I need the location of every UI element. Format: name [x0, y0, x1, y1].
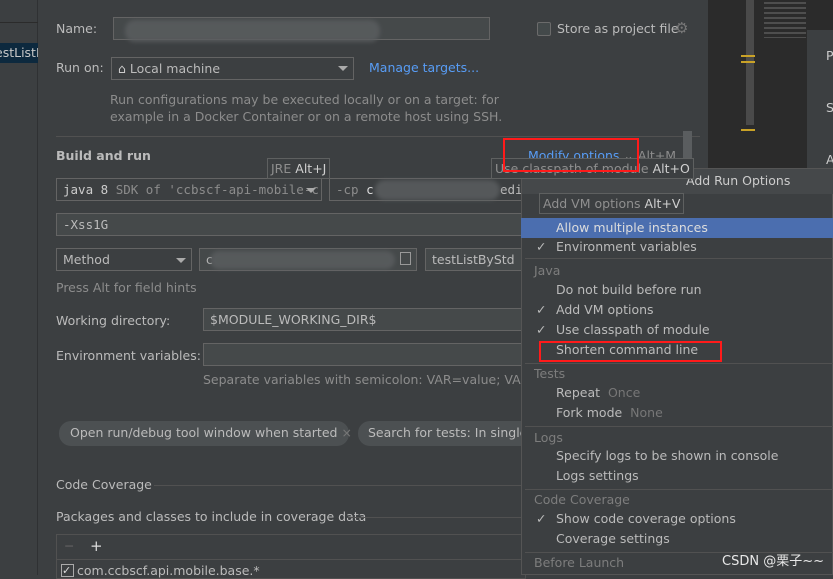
name-label: Name:: [56, 21, 98, 36]
highlight-box-modify-options: [503, 138, 639, 172]
chip-search-tests[interactable]: Search for tests: In single m: [358, 421, 526, 446]
menu-item-do-not-build[interactable]: Do not build before run: [521, 280, 833, 300]
menu-item-use-classpath[interactable]: ✓ Use classpath of module: [521, 320, 833, 340]
menu-item-coverage-settings[interactable]: Coverage settings: [521, 529, 833, 549]
divider: [56, 559, 526, 560]
marker: [741, 129, 755, 131]
store-checkbox[interactable]: [537, 22, 551, 36]
packages-label: Packages and classes to include in cover…: [56, 509, 367, 524]
tool-tab-s[interactable]: S: [826, 100, 833, 115]
field-hint: Press Alt for field hints: [56, 280, 197, 295]
separator: [525, 363, 833, 364]
build-and-run-heading: Build and run: [56, 148, 151, 163]
env-label: Environment variables:: [56, 348, 201, 363]
jre-tooltip: JRE Alt+J: [267, 158, 331, 179]
close-icon[interactable]: ×: [341, 425, 351, 440]
gear-icon[interactable]: ⚙: [675, 19, 688, 37]
marker: [741, 55, 755, 57]
tool-tab-a[interactable]: A: [826, 152, 833, 167]
chevron-down-icon: [338, 66, 348, 71]
env-hint: Separate variables with semicolon: VAR=v…: [203, 372, 521, 387]
marker: [741, 61, 755, 63]
store-label: Store as project file: [557, 21, 679, 36]
vm-options-input[interactable]: -Xss1G: [56, 213, 526, 236]
separator: [525, 426, 833, 427]
watermark: CSDN @栗子~~: [722, 554, 824, 569]
highlight-box-shorten-command-line: [539, 341, 722, 362]
package-checkbox[interactable]: ✓: [61, 564, 74, 577]
chevron-down-icon: [176, 258, 186, 263]
env-input[interactable]: [203, 343, 526, 366]
menu-item-env-vars[interactable]: ✓ Environment variables: [521, 237, 833, 257]
menu-item-specify-logs[interactable]: Specify logs to be shown in console: [521, 446, 833, 466]
check-icon: ✓: [536, 322, 547, 337]
working-dir-input[interactable]: $MODULE_WORKING_DIR$: [203, 308, 526, 331]
menu-item-repeat[interactable]: Repeat Once: [521, 383, 833, 403]
group-before-launch: Before Launch: [534, 555, 625, 570]
config-tree-item[interactable]: estListI: [0, 43, 38, 63]
remove-icon[interactable]: −: [64, 538, 74, 553]
menu-item-show-coverage[interactable]: ✓ Show code coverage options: [521, 509, 833, 529]
left-panel-divider: [0, 22, 38, 23]
left-panel: [0, 0, 38, 575]
group-java: Java: [534, 263, 561, 278]
check-icon: ✓: [536, 302, 547, 317]
test-kind-dropdown[interactable]: Method: [56, 248, 192, 271]
vm-options-tooltip: Add VM options Alt+V: [539, 193, 685, 214]
browse-icon[interactable]: [400, 252, 411, 265]
group-tests: Tests: [534, 366, 566, 381]
code-coverage-heading: Code Coverage: [56, 477, 152, 492]
menu-item-allow-multiple[interactable]: Allow multiple instances: [521, 218, 833, 238]
working-dir-label: Working directory:: [56, 313, 171, 328]
redacted: [210, 251, 395, 269]
group-logs: Logs: [534, 430, 563, 445]
run-help-text: example in a Docker Container or on a re…: [110, 109, 503, 124]
divider: [347, 517, 524, 518]
run-help-text: Run configurations may be executed local…: [110, 92, 499, 107]
package-row[interactable]: com.ccbscf.api.mobile.base.*: [77, 563, 260, 578]
popup-title-text: Add Run Options: [686, 173, 791, 188]
add-icon[interactable]: +: [90, 537, 103, 555]
minimap: [764, 2, 806, 38]
divider: [56, 136, 700, 137]
group-code-coverage: Code Coverage: [534, 492, 630, 507]
chevron-down-icon: [306, 188, 316, 193]
chip-open-tool-window[interactable]: Open run/debug tool window when started …: [59, 421, 352, 446]
home-icon: ⌂: [118, 61, 126, 76]
separator: [525, 258, 833, 259]
tool-tab-p[interactable]: P: [826, 48, 833, 63]
menu-item-logs-settings[interactable]: Logs settings: [521, 466, 833, 486]
menu-item-add-vm-options[interactable]: ✓ Add VM options: [521, 300, 833, 320]
manage-targets-link[interactable]: Manage targets...: [369, 60, 479, 75]
run-on-dropdown[interactable]: ⌂ Local machine: [111, 57, 354, 80]
redacted: [125, 20, 380, 42]
separator: [525, 489, 833, 490]
check-icon: ✓: [536, 511, 547, 526]
redacted: [375, 180, 500, 200]
divider: [154, 485, 524, 486]
jre-dropdown[interactable]: java 8 SDK of 'ccbscf-api-mobile-c: [56, 178, 322, 201]
run-on-label: Run on:: [56, 60, 104, 75]
menu-item-fork-mode[interactable]: Fork mode None: [521, 403, 833, 423]
check-icon: ✓: [536, 239, 547, 254]
method-input[interactable]: testListByStd: [425, 248, 525, 271]
